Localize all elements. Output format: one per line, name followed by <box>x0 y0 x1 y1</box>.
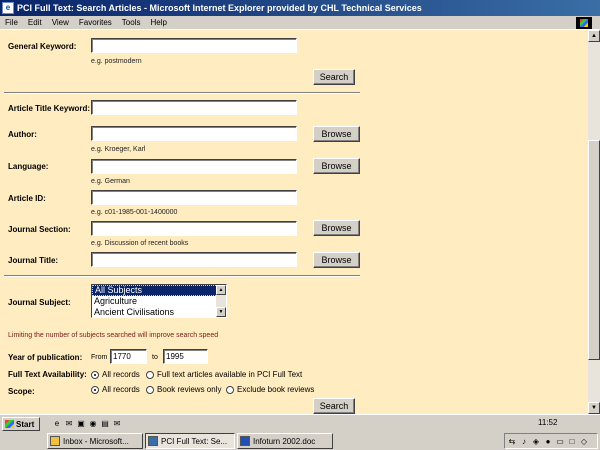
journal-title-label: Journal Title: <box>8 256 59 265</box>
journal-title-browse-button[interactable]: Browse <box>313 252 360 268</box>
divider <box>4 92 360 94</box>
article-id-input[interactable] <box>91 190 297 205</box>
start-label: Start <box>16 419 35 429</box>
scope-label: Scope: <box>8 387 35 396</box>
divider <box>4 275 360 277</box>
word-icon <box>240 436 250 446</box>
task-label: PCI Full Text: Se... <box>161 436 228 446</box>
general-keyword-label: General Keyword: <box>8 42 77 51</box>
page-content: General Keyword: e.g. postmodern Search … <box>0 30 588 414</box>
ie-icon: e <box>2 2 14 14</box>
journal-title-input[interactable] <box>91 252 297 267</box>
article-title-keyword-input[interactable] <box>91 100 297 115</box>
task-label: Infoturn 2002.doc <box>253 436 316 446</box>
scroll-up-icon[interactable]: ▲ <box>216 285 226 295</box>
year-from-label: From <box>91 354 108 361</box>
year-to-input[interactable] <box>163 349 208 364</box>
windows-logo-icon <box>576 16 592 29</box>
general-keyword-hint: e.g. postmodern <box>91 58 142 65</box>
volume-icon[interactable]: ♪ <box>519 436 529 446</box>
language-browse-button[interactable]: Browse <box>313 158 360 174</box>
windows-logo-icon <box>5 420 14 428</box>
clock: 11:52 <box>538 418 558 427</box>
task-inbox[interactable]: Inbox - Microsoft... <box>47 433 143 449</box>
availability-fulltext-label: Full text articles available in PCI Full… <box>157 370 303 379</box>
monitor-icon[interactable]: □ <box>567 436 577 446</box>
article-title-keyword-label: Article Title Keyword: <box>8 104 91 113</box>
scroll-down-icon[interactable]: ▼ <box>588 402 600 414</box>
year-from-input[interactable] <box>110 349 147 364</box>
listbox-scrollbar[interactable]: ▲ ▼ <box>216 285 226 317</box>
quicklaunch-ie-icon[interactable]: e <box>52 418 62 428</box>
window-title: PCI Full Text: Search Articles - Microso… <box>17 3 422 13</box>
language-input[interactable] <box>91 159 297 174</box>
menu-tools[interactable]: Tools <box>117 18 146 27</box>
scope-all-label: All records <box>102 385 140 394</box>
menu-help[interactable]: Help <box>145 18 171 27</box>
task-infoturn-doc[interactable]: Infoturn 2002.doc <box>237 433 333 449</box>
general-keyword-input[interactable] <box>91 38 297 53</box>
scroll-down-icon[interactable]: ▼ <box>216 307 226 317</box>
year-to-label: to <box>152 354 158 361</box>
menu-file[interactable]: File <box>0 18 23 27</box>
author-hint: e.g. Kroeger, Karl <box>91 146 146 153</box>
menu-bar: File Edit View Favorites Tools Help <box>0 16 600 30</box>
update-icon[interactable]: ◇ <box>579 436 589 446</box>
availability-fulltext-radio[interactable] <box>146 371 154 379</box>
menu-favorites[interactable]: Favorites <box>74 18 117 27</box>
author-input[interactable] <box>91 126 297 141</box>
journal-subject-listbox[interactable]: All Subjects Agriculture Ancient Civilis… <box>91 284 227 318</box>
journal-section-label: Journal Section: <box>8 225 71 234</box>
quicklaunch-desktop-icon[interactable]: ▣ <box>76 418 86 428</box>
scope-book-reviews-radio[interactable] <box>146 386 154 394</box>
search-button-bottom[interactable]: Search <box>313 398 355 414</box>
page-scrollbar[interactable]: ▲ ▼ <box>588 30 600 414</box>
language-hint: e.g. German <box>91 178 130 185</box>
author-label: Author: <box>8 130 37 139</box>
taskbar: Start e ✉ ▣ ◉ ▤ ✉ 11:52 Inbox - Microsof… <box>0 414 600 450</box>
availability-all-radio[interactable] <box>91 371 99 379</box>
scope-exclude-reviews-radio[interactable] <box>226 386 234 394</box>
task-pci-full-text[interactable]: PCI Full Text: Se... <box>145 433 235 449</box>
article-id-hint: e.g. c01-1985-001-1400000 <box>91 209 178 216</box>
scroll-up-icon[interactable]: ▲ <box>588 30 600 42</box>
menu-edit[interactable]: Edit <box>23 18 47 27</box>
journal-section-browse-button[interactable]: Browse <box>313 220 360 236</box>
subject-limit-note: Limiting the number of subjects searched… <box>8 332 219 339</box>
ie-icon <box>148 436 158 446</box>
article-id-label: Article ID: <box>8 194 46 203</box>
security-icon[interactable]: ● <box>543 436 553 446</box>
author-browse-button[interactable]: Browse <box>313 126 360 142</box>
scope-all-radio[interactable] <box>91 386 99 394</box>
outlook-icon <box>50 436 60 446</box>
quicklaunch-outlook-icon[interactable]: ✉ <box>64 418 74 428</box>
search-button[interactable]: Search <box>313 69 355 85</box>
network-icon[interactable]: ⇆ <box>507 436 517 446</box>
task-label: Inbox - Microsoft... <box>63 436 129 446</box>
journal-subject-label: Journal Subject: <box>8 298 71 307</box>
subject-option[interactable]: Ancient Civilisations <box>92 307 226 317</box>
start-button[interactable]: Start <box>2 417 40 431</box>
language-label: Language: <box>8 162 49 171</box>
scope-book-reviews-label: Book reviews only <box>157 385 222 394</box>
availability-all-label: All records <box>102 370 140 379</box>
title-bar: e PCI Full Text: Search Articles - Micro… <box>0 0 600 16</box>
quicklaunch-explorer-icon[interactable]: ▤ <box>100 418 110 428</box>
subject-option[interactable]: Agriculture <box>92 296 226 307</box>
printer-icon[interactable]: ▭ <box>555 436 565 446</box>
full-text-availability-label: Full Text Availability: <box>8 370 87 379</box>
journal-section-hint: e.g. Discussion of recent books <box>91 240 189 247</box>
scope-exclude-reviews-label: Exclude book reviews <box>237 385 315 394</box>
subject-option[interactable]: All Subjects <box>92 285 226 296</box>
scroll-thumb[interactable] <box>588 140 600 360</box>
quicklaunch-mail-icon[interactable]: ✉ <box>112 418 122 428</box>
journal-section-input[interactable] <box>91 221 297 236</box>
quicklaunch-media-icon[interactable]: ◉ <box>88 418 98 428</box>
antivirus-icon[interactable]: ◈ <box>531 436 541 446</box>
menu-view[interactable]: View <box>47 18 74 27</box>
system-tray: ⇆ ♪ ◈ ● ▭ □ ◇ <box>504 433 598 449</box>
year-of-publication-label: Year of publication: <box>8 353 83 362</box>
